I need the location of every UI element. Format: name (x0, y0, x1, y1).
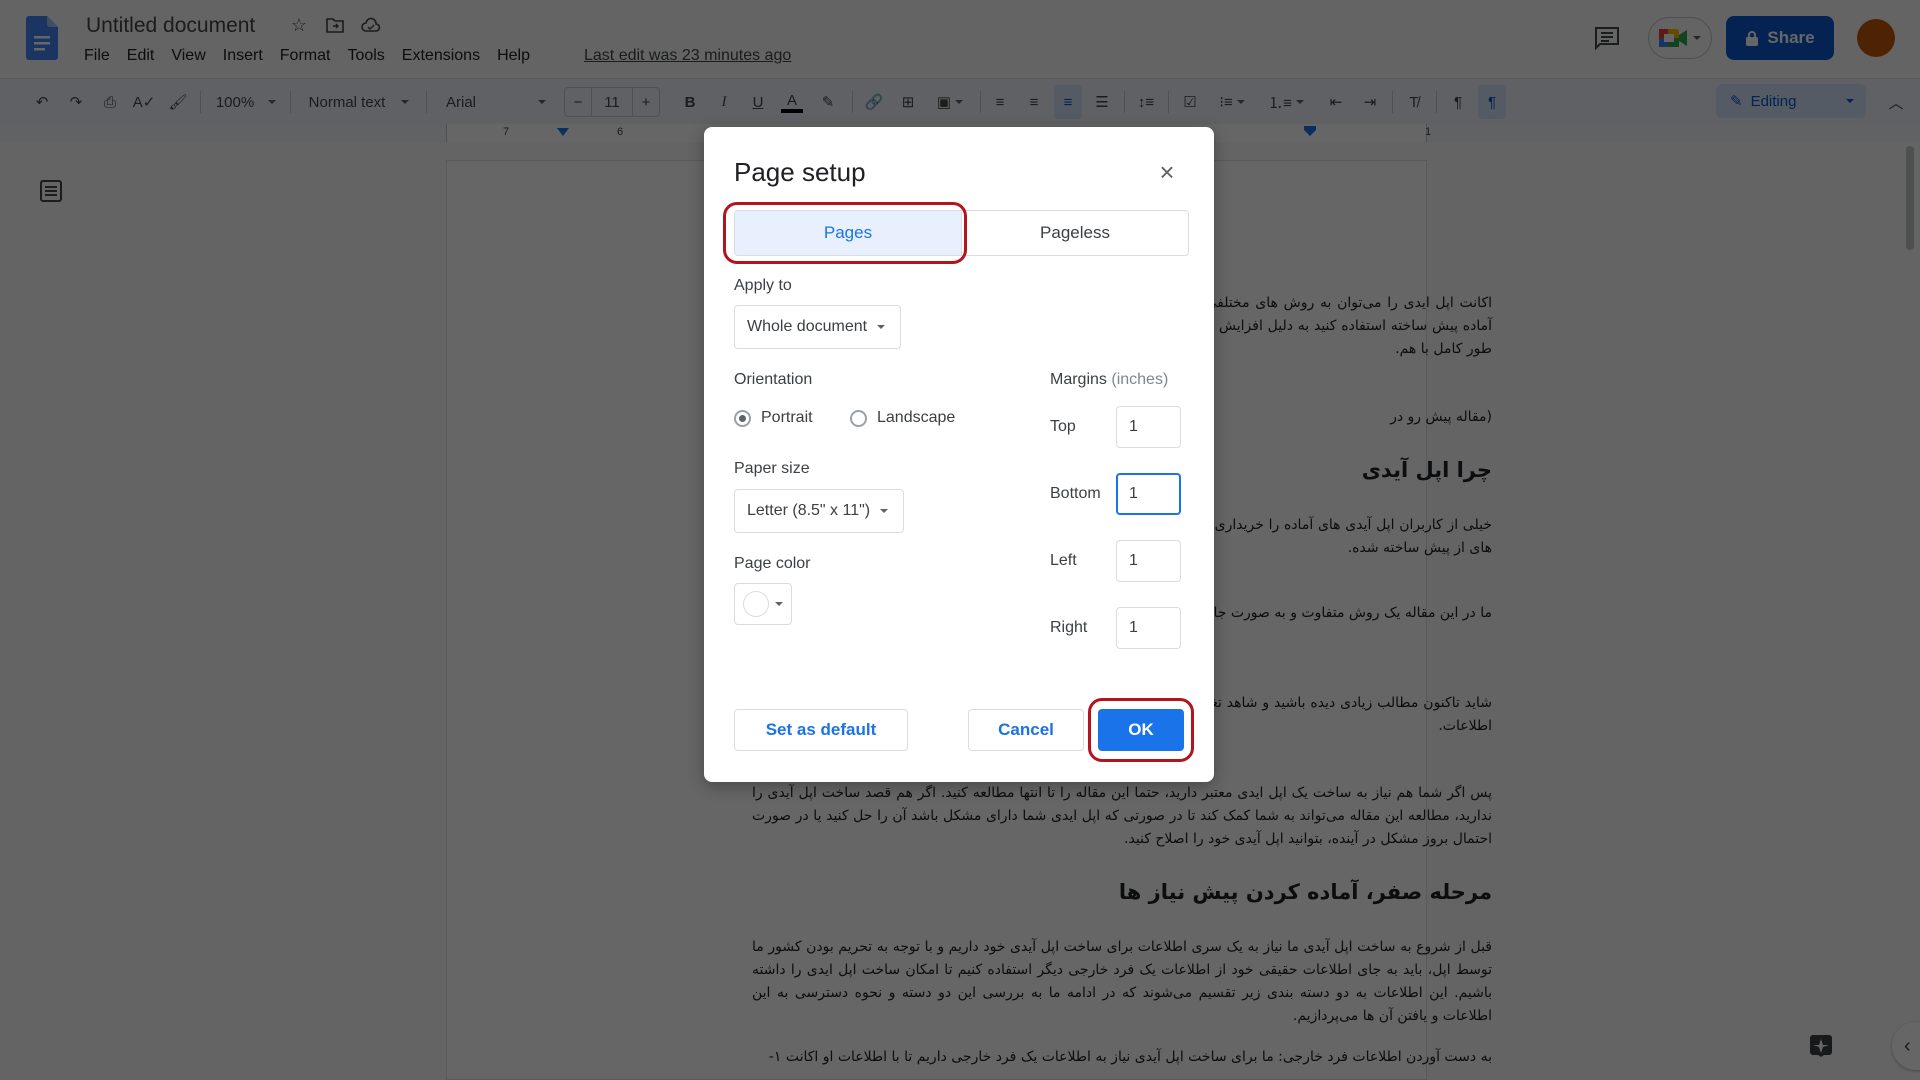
tab-pageless[interactable]: Pageless (962, 211, 1188, 255)
margin-right-row: Right (1050, 606, 1190, 650)
margin-bottom-input[interactable] (1116, 473, 1181, 515)
margin-right-input[interactable] (1116, 607, 1181, 649)
landscape-radio[interactable]: Landscape (850, 409, 955, 427)
close-icon[interactable]: × (1155, 159, 1179, 185)
apply-to-value: Whole document (747, 318, 868, 335)
margins-title: Margins (1050, 371, 1107, 388)
chevron-down-icon (880, 509, 889, 513)
page-color-picker[interactable] (734, 583, 792, 625)
apply-to-label: Apply to (734, 277, 792, 294)
paper-size-label: Paper size (734, 460, 810, 477)
margins-unit: (inches) (1111, 371, 1169, 388)
portrait-radio[interactable]: Portrait (734, 409, 813, 427)
margins-label: Margins (inches) (1050, 371, 1168, 389)
cancel-button[interactable]: Cancel (968, 709, 1084, 751)
ok-button[interactable]: OK (1098, 709, 1184, 751)
chevron-down-icon (877, 325, 886, 329)
margin-top-row: Top (1050, 405, 1190, 449)
page-format-toggle: Pages Pageless (734, 210, 1189, 256)
page-color-label: Page color (734, 555, 811, 572)
margin-bottom-label: Bottom (1050, 485, 1101, 502)
paper-size-select[interactable]: Letter (8.5" x 11") (734, 489, 904, 533)
page-setup-dialog: Page setup × Pages Pageless Apply to Who… (704, 127, 1214, 782)
tab-pages[interactable]: Pages (735, 211, 962, 255)
margin-left-label: Left (1050, 552, 1077, 569)
orientation-label: Orientation (734, 371, 813, 388)
paper-size-value: Letter (8.5" x 11") (747, 502, 871, 519)
color-swatch (743, 591, 769, 617)
margin-right-label: Right (1050, 619, 1088, 636)
margin-top-input[interactable] (1116, 406, 1181, 448)
margin-top-label: Top (1050, 418, 1076, 435)
set-as-default-button[interactable]: Set as default (734, 709, 908, 751)
dialog-title: Page setup (734, 157, 866, 187)
chevron-down-icon (775, 602, 783, 606)
portrait-label: Portrait (761, 409, 813, 426)
margin-bottom-row: Bottom (1050, 472, 1190, 516)
margin-left-row: Left (1050, 539, 1190, 583)
margin-left-input[interactable] (1116, 540, 1181, 582)
landscape-label: Landscape (877, 409, 956, 426)
apply-to-select[interactable]: Whole document (734, 305, 901, 349)
